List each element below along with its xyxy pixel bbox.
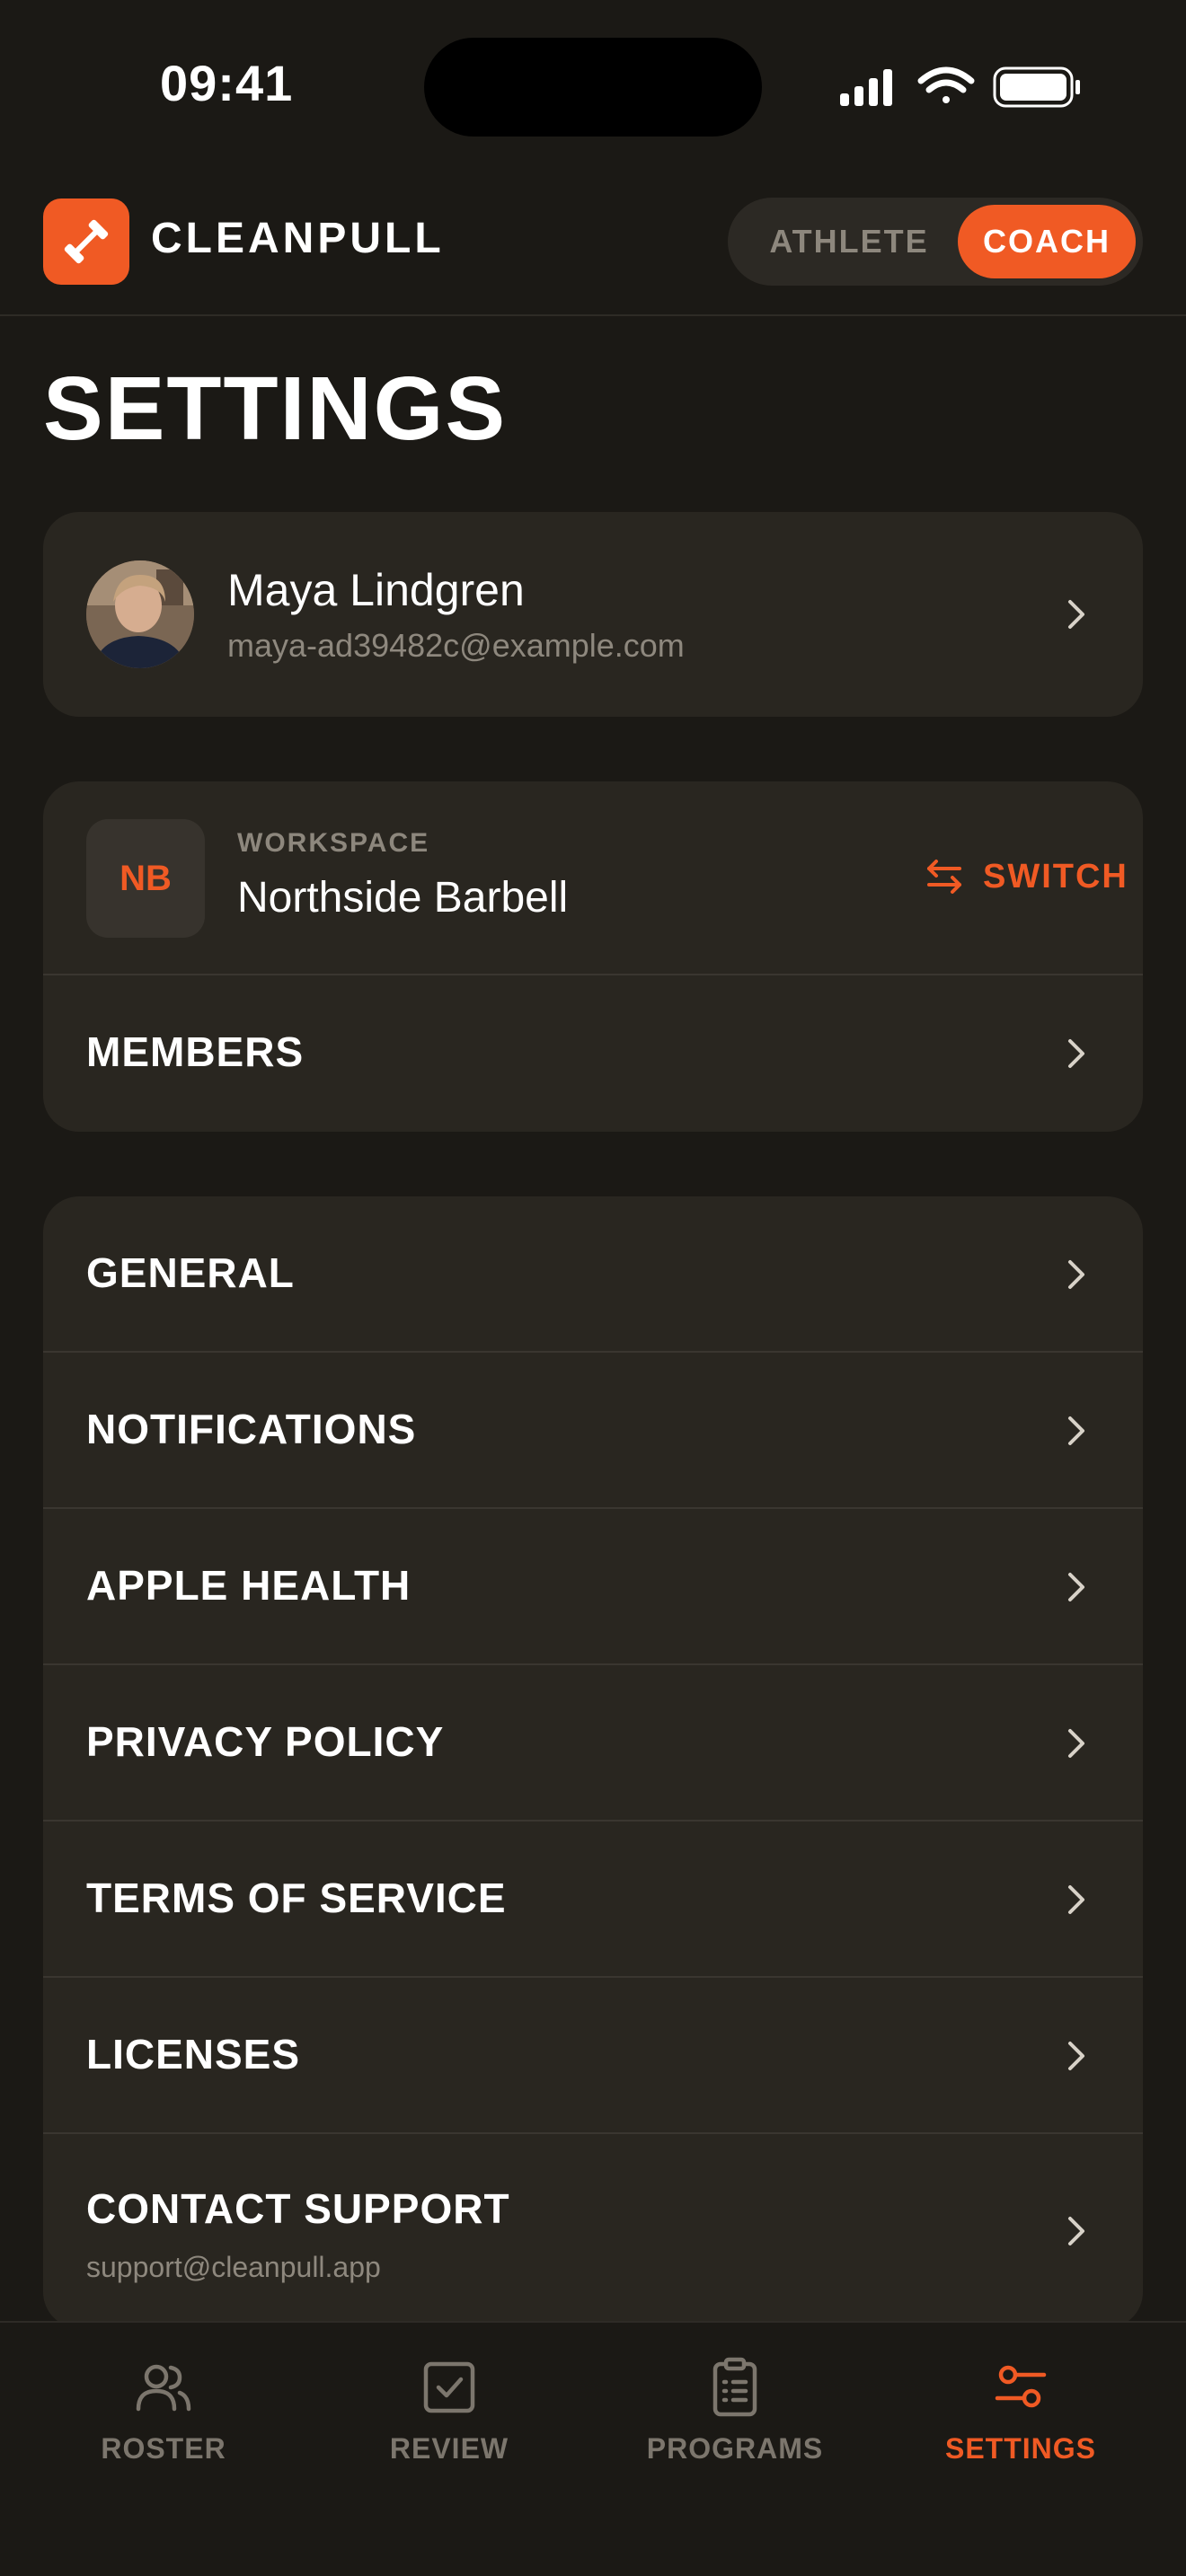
members-label: MEMBERS xyxy=(86,1028,305,1075)
tab-label: ROSTER xyxy=(101,2432,226,2465)
brand-name: CLEANPULL xyxy=(151,215,445,262)
chevron-right-icon xyxy=(1068,2217,1084,2245)
switch-arrows-icon xyxy=(927,860,961,894)
settings-item-label: CONTACT SUPPORT xyxy=(86,2185,510,2232)
wifi-icon xyxy=(917,66,975,103)
role-toggle[interactable]: ATHLETE COACH xyxy=(728,198,1143,286)
app-logo xyxy=(43,198,129,285)
settings-item-contact-support[interactable]: CONTACT SUPPORT support@cleanpull.app xyxy=(43,2134,1143,2328)
workspace-badge: NB xyxy=(86,819,205,938)
dynamic-island xyxy=(424,38,762,137)
status-time: 09:41 xyxy=(160,55,294,111)
workspace-switch-button[interactable]: SWITCH xyxy=(924,850,1128,904)
clipboard-list-icon xyxy=(712,2357,757,2417)
avatar xyxy=(86,560,194,668)
settings-list: GENERAL NOTIFICATIONS APPLE HEALTH PRIVA… xyxy=(43,1196,1143,2328)
workspace-caption: WORKSPACE xyxy=(237,828,430,858)
tab-label: REVIEW xyxy=(389,2432,509,2465)
users-icon xyxy=(136,2364,191,2412)
tab-label: PROGRAMS xyxy=(646,2432,824,2465)
settings-item-general[interactable]: GENERAL xyxy=(43,1196,1143,1353)
workspace-name: Northside Barbell xyxy=(237,874,569,922)
tab-roster[interactable]: ROSTER xyxy=(15,2357,312,2465)
chevron-right-icon xyxy=(1068,1573,1084,1601)
settings-screen: 09:41 CLEANPULL ATHLETE COACH SETTINGS M… xyxy=(0,0,1186,2576)
battery-icon xyxy=(993,66,1080,108)
sliders-icon xyxy=(995,2365,1047,2408)
tab-review[interactable]: REVIEW xyxy=(301,2357,597,2465)
settings-item-apple-health[interactable]: APPLE HEALTH xyxy=(43,1509,1143,1665)
profile-name: Maya Lindgren xyxy=(227,565,525,615)
members-row[interactable]: MEMBERS xyxy=(43,975,1143,1132)
chevron-right-icon xyxy=(1068,1039,1084,1068)
tab-bar: ROSTER REVIEW PROGRAMS SETTINGS xyxy=(0,2321,1186,2576)
signal-icon xyxy=(840,69,892,106)
settings-item-label: LICENSES xyxy=(86,2031,301,2078)
support-email: support@cleanpull.app xyxy=(86,2251,381,2283)
chevron-right-icon xyxy=(1068,1416,1084,1445)
chevron-right-icon xyxy=(1068,1885,1084,1914)
chevron-right-icon xyxy=(1068,1260,1084,1289)
role-athlete-option[interactable]: ATHLETE xyxy=(746,205,952,278)
check-square-icon xyxy=(423,2361,475,2413)
settings-item-licenses[interactable]: LICENSES xyxy=(43,1978,1143,2134)
page-title: SETTINGS xyxy=(43,358,508,459)
app-header: CLEANPULL ATHLETE COACH xyxy=(0,171,1186,316)
tab-settings[interactable]: SETTINGS xyxy=(872,2357,1169,2465)
dumbbell-icon xyxy=(64,219,109,264)
tab-label: SETTINGS xyxy=(944,2432,1096,2465)
settings-item-label: TERMS OF SERVICE xyxy=(86,1875,507,1921)
profile-email: maya-ad39482c@example.com xyxy=(227,627,685,664)
settings-item-notifications[interactable]: NOTIFICATIONS xyxy=(43,1353,1143,1509)
settings-item-label: PRIVACY POLICY xyxy=(86,1718,445,1765)
settings-item-label: NOTIFICATIONS xyxy=(86,1406,417,1452)
settings-item-label: APPLE HEALTH xyxy=(86,1562,412,1609)
status-bar: 09:41 xyxy=(0,0,1186,171)
status-icons xyxy=(840,66,1080,108)
role-coach-option[interactable]: COACH xyxy=(958,205,1136,278)
tab-programs[interactable]: PROGRAMS xyxy=(587,2357,883,2465)
chevron-right-icon xyxy=(1068,2042,1084,2070)
chevron-right-icon xyxy=(1068,1729,1084,1758)
workspace-row: NB WORKSPACE Northside Barbell SWITCH xyxy=(43,781,1143,975)
profile-card[interactable]: Maya Lindgren maya-ad39482c@example.com xyxy=(43,512,1143,717)
settings-item-privacy-policy[interactable]: PRIVACY POLICY xyxy=(43,1665,1143,1822)
settings-item-label: GENERAL xyxy=(86,1249,295,1296)
workspace-card: NB WORKSPACE Northside Barbell SWITCH ME… xyxy=(43,781,1143,1132)
chevron-right-icon xyxy=(1068,600,1084,629)
settings-item-terms-of-service[interactable]: TERMS OF SERVICE xyxy=(43,1822,1143,1978)
workspace-switch-label: SWITCH xyxy=(983,857,1128,895)
